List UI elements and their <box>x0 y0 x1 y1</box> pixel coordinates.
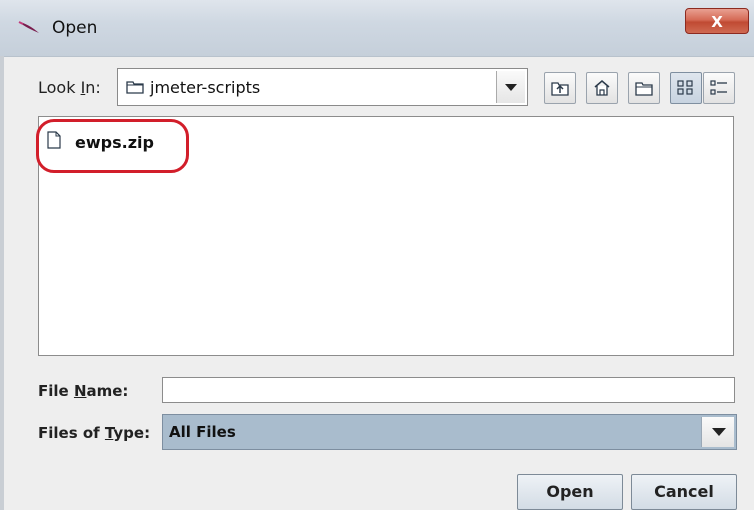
file-name-label: File Name: <box>38 382 129 400</box>
up-one-level-button[interactable] <box>544 72 576 104</box>
home-button[interactable] <box>586 72 618 104</box>
files-of-type-label: Files of Type: <box>38 424 151 442</box>
files-of-type-combo[interactable]: All Files <box>162 414 737 450</box>
look-in-label: Look In: <box>38 78 101 97</box>
file-name-field[interactable] <box>162 377 735 403</box>
highlight-annotation <box>36 119 189 173</box>
title-bar[interactable]: Open X <box>0 0 754 57</box>
home-icon <box>594 80 610 96</box>
open-button[interactable]: Open <box>517 474 623 510</box>
chevron-down-icon[interactable] <box>496 71 525 103</box>
window-border <box>0 56 4 510</box>
details-view-icon <box>710 80 727 95</box>
window-title: Open <box>52 18 98 38</box>
look-in-value: jmeter-scripts <box>150 78 261 97</box>
new-folder-button[interactable] <box>628 72 660 104</box>
open-dialog: Open X Look In: jmeter-scripts ewps.zip … <box>0 0 754 510</box>
up-one-level-icon <box>551 82 569 96</box>
cancel-button[interactable]: Cancel <box>631 474 737 510</box>
files-of-type-value: All Files <box>169 423 236 441</box>
list-view-button[interactable] <box>670 72 702 104</box>
details-view-button[interactable] <box>703 72 735 104</box>
close-button[interactable]: X <box>685 8 749 34</box>
chevron-down-icon[interactable] <box>701 417 734 447</box>
folder-icon <box>126 81 144 94</box>
look-in-combo[interactable]: jmeter-scripts <box>117 68 528 106</box>
list-view-icon <box>677 80 693 95</box>
new-folder-icon <box>635 82 653 96</box>
app-feather-icon <box>18 21 39 33</box>
